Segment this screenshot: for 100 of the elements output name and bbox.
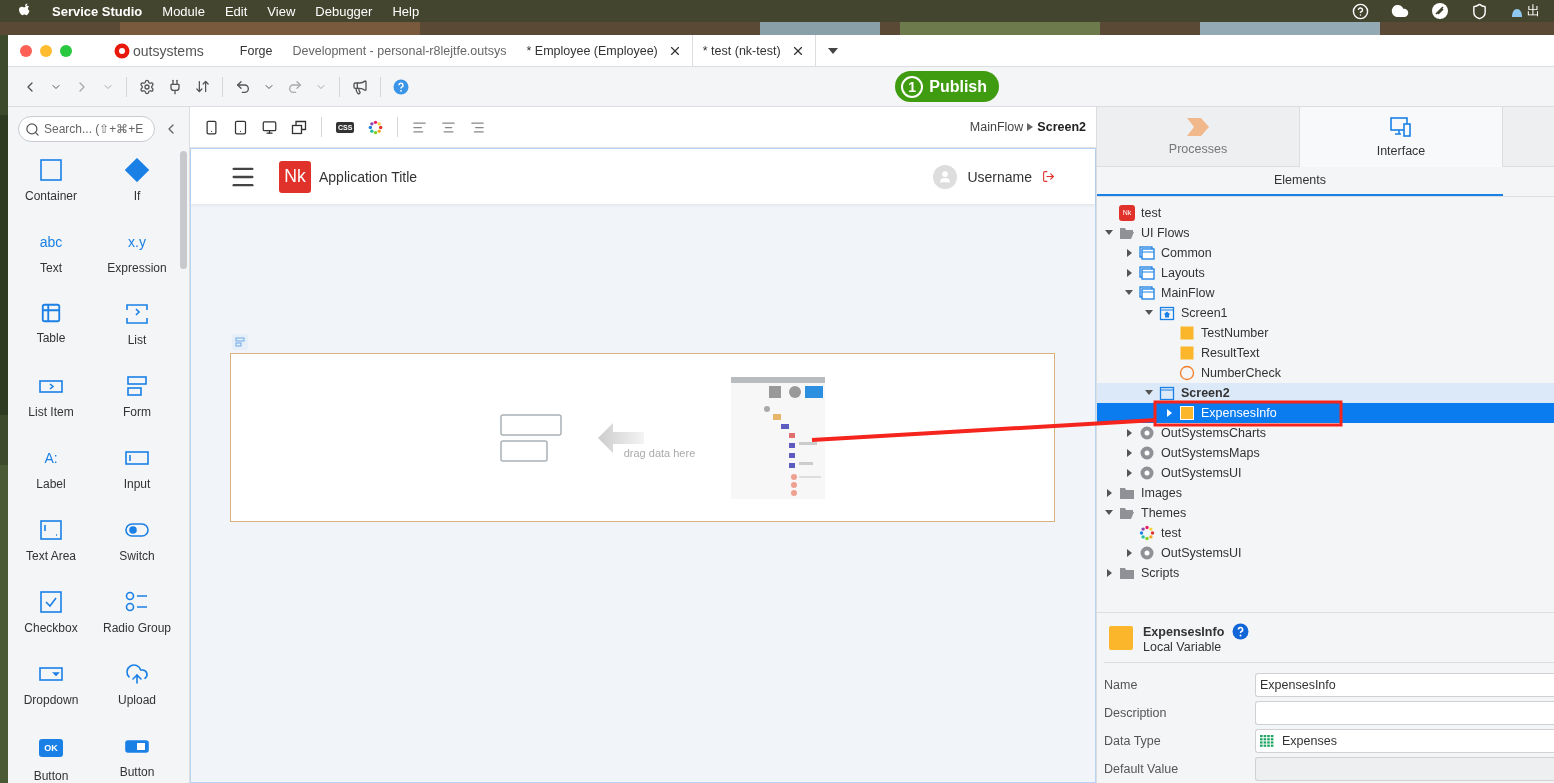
app-title: Application Title [319, 168, 418, 185]
rotate-icon [291, 119, 307, 135]
input-field[interactable] [1255, 757, 1554, 781]
tree-item[interactable]: Themes [1097, 502, 1554, 523]
field-label: Name [1104, 678, 1139, 692]
module-icon [1139, 424, 1155, 441]
glyph-icon: abc [39, 230, 63, 254]
form-icon [125, 374, 149, 398]
ok-button-icon: OK [39, 739, 63, 757]
tree-item[interactable]: Layouts [1097, 262, 1554, 283]
caret-icon[interactable] [827, 47, 838, 54]
circle-icon [1179, 364, 1195, 381]
username: Username [967, 168, 1032, 185]
tree-item[interactable]: OutSystemsCharts [1097, 422, 1554, 443]
widget-label[interactable]: Switch [119, 548, 155, 564]
tree-item[interactable]: test [1097, 522, 1554, 543]
search-field[interactable]: Search... (⇧+⌘+E [18, 116, 155, 142]
list-icon [125, 302, 149, 326]
checkbox-icon [39, 590, 63, 614]
settings-icon [139, 78, 155, 95]
tree-item[interactable]: OutSystemsUI [1097, 542, 1554, 563]
phone-icon [204, 119, 219, 135]
data-type-field[interactable]: Expenses [1255, 729, 1554, 753]
theme-icon [1139, 524, 1155, 541]
widget-label[interactable]: Input [123, 476, 151, 492]
input-field[interactable] [1255, 701, 1554, 725]
tree-item[interactable]: NumberCheck [1097, 362, 1554, 383]
tree-item[interactable]: TestNumber [1097, 322, 1554, 343]
breadcrumb-link[interactable]: MainFlow [969, 120, 1024, 134]
widget-label[interactable]: Expression [107, 260, 167, 276]
variable-icon [1109, 626, 1133, 650]
tree-item[interactable]: OutSystemsMaps [1097, 442, 1554, 463]
widget-label[interactable]: Checkbox [24, 620, 78, 636]
table-icon [1260, 735, 1274, 747]
widget-label[interactable]: Radio Group [102, 620, 171, 636]
text-area-icon [39, 518, 63, 542]
input-field[interactable]: ExpensesInfo [1255, 673, 1554, 697]
menu-item[interactable]: Module [162, 3, 205, 19]
sort-arrows-icon [195, 79, 210, 94]
search-icon [25, 121, 40, 137]
variable-icon [1179, 324, 1195, 341]
widget-label[interactable]: List Item [28, 404, 74, 420]
menu-item[interactable]: Help [392, 3, 420, 19]
tree-item[interactable]: ResultText [1097, 342, 1554, 363]
widget-label[interactable]: Form [123, 404, 151, 420]
widget-label[interactable]: Text Area [26, 548, 76, 564]
hint-text: drag data here [623, 446, 696, 459]
upload-icon [125, 662, 149, 686]
logout-icon [1042, 170, 1055, 183]
widget-label[interactable]: Container [25, 188, 77, 204]
tree-item[interactable]: OutSystemsUI [1097, 462, 1554, 483]
menu-item[interactable]: View [267, 3, 296, 19]
widget-label[interactable]: Table [36, 330, 66, 346]
glyph-icon: x.y [128, 230, 146, 254]
app-menu[interactable]: Service Studio [52, 3, 143, 19]
widget-label[interactable]: Dropdown [23, 692, 79, 708]
tree-item[interactable]: Scripts [1097, 562, 1554, 583]
menu-item[interactable]: Debugger [315, 3, 373, 19]
theme-icon [368, 119, 384, 135]
property-title: ExpensesInfo [1143, 624, 1225, 639]
radio-group-icon [125, 590, 149, 614]
tree-item[interactable]: Common [1097, 242, 1554, 263]
screen-icon [1159, 384, 1175, 401]
shield-icon [1471, 2, 1488, 20]
panel-tab[interactable]: Interface [1300, 107, 1503, 168]
window-tab[interactable]: Development - personal-r8lejtfe.outsys [282, 35, 517, 66]
widget-label[interactable]: Text [40, 260, 62, 276]
publish-button[interactable]: 1 Publish [895, 71, 999, 102]
tree-item[interactable]: UI Flows [1097, 222, 1554, 243]
avatar-icon [933, 164, 958, 189]
square-icon [39, 158, 63, 182]
widget-label[interactable]: Button [33, 768, 69, 783]
tree-item[interactable]: Screen2 [1097, 382, 1554, 403]
menu-item[interactable]: Edit [224, 3, 248, 19]
widget-label[interactable]: List [127, 332, 147, 348]
devices-icon [1390, 116, 1412, 139]
window-tab[interactable]: * Employee (Employee) [516, 35, 692, 66]
app-logo: Nk [279, 160, 311, 193]
widget-label[interactable]: Label [36, 476, 66, 492]
chevron-shape-icon [1187, 117, 1209, 136]
diamond-icon [125, 158, 149, 182]
close-window-button[interactable] [20, 44, 32, 57]
scrollbar[interactable] [180, 151, 187, 269]
elements-tab[interactable]: Elements [1097, 167, 1503, 196]
tree-item[interactable]: Images [1097, 482, 1554, 503]
help-icon [393, 78, 409, 95]
panel-tab[interactable]: Processes [1097, 107, 1300, 168]
desktop-icon [262, 119, 277, 135]
variable-icon [1179, 344, 1195, 361]
tree-item[interactable]: MainFlow [1097, 282, 1554, 303]
table-icon [40, 302, 62, 324]
tree-item[interactable]: Screen1 [1097, 302, 1554, 323]
window-tab[interactable]: * test (nk-test) [691, 35, 816, 66]
window-tab[interactable]: Forge [229, 35, 283, 66]
flow-icon [1139, 264, 1155, 281]
status-text: 出 [1527, 2, 1540, 20]
widget-label[interactable]: If [133, 188, 141, 204]
widget-label[interactable]: Upload [118, 692, 156, 708]
widget-label[interactable]: Button [119, 764, 155, 780]
redo-icon [287, 78, 303, 95]
